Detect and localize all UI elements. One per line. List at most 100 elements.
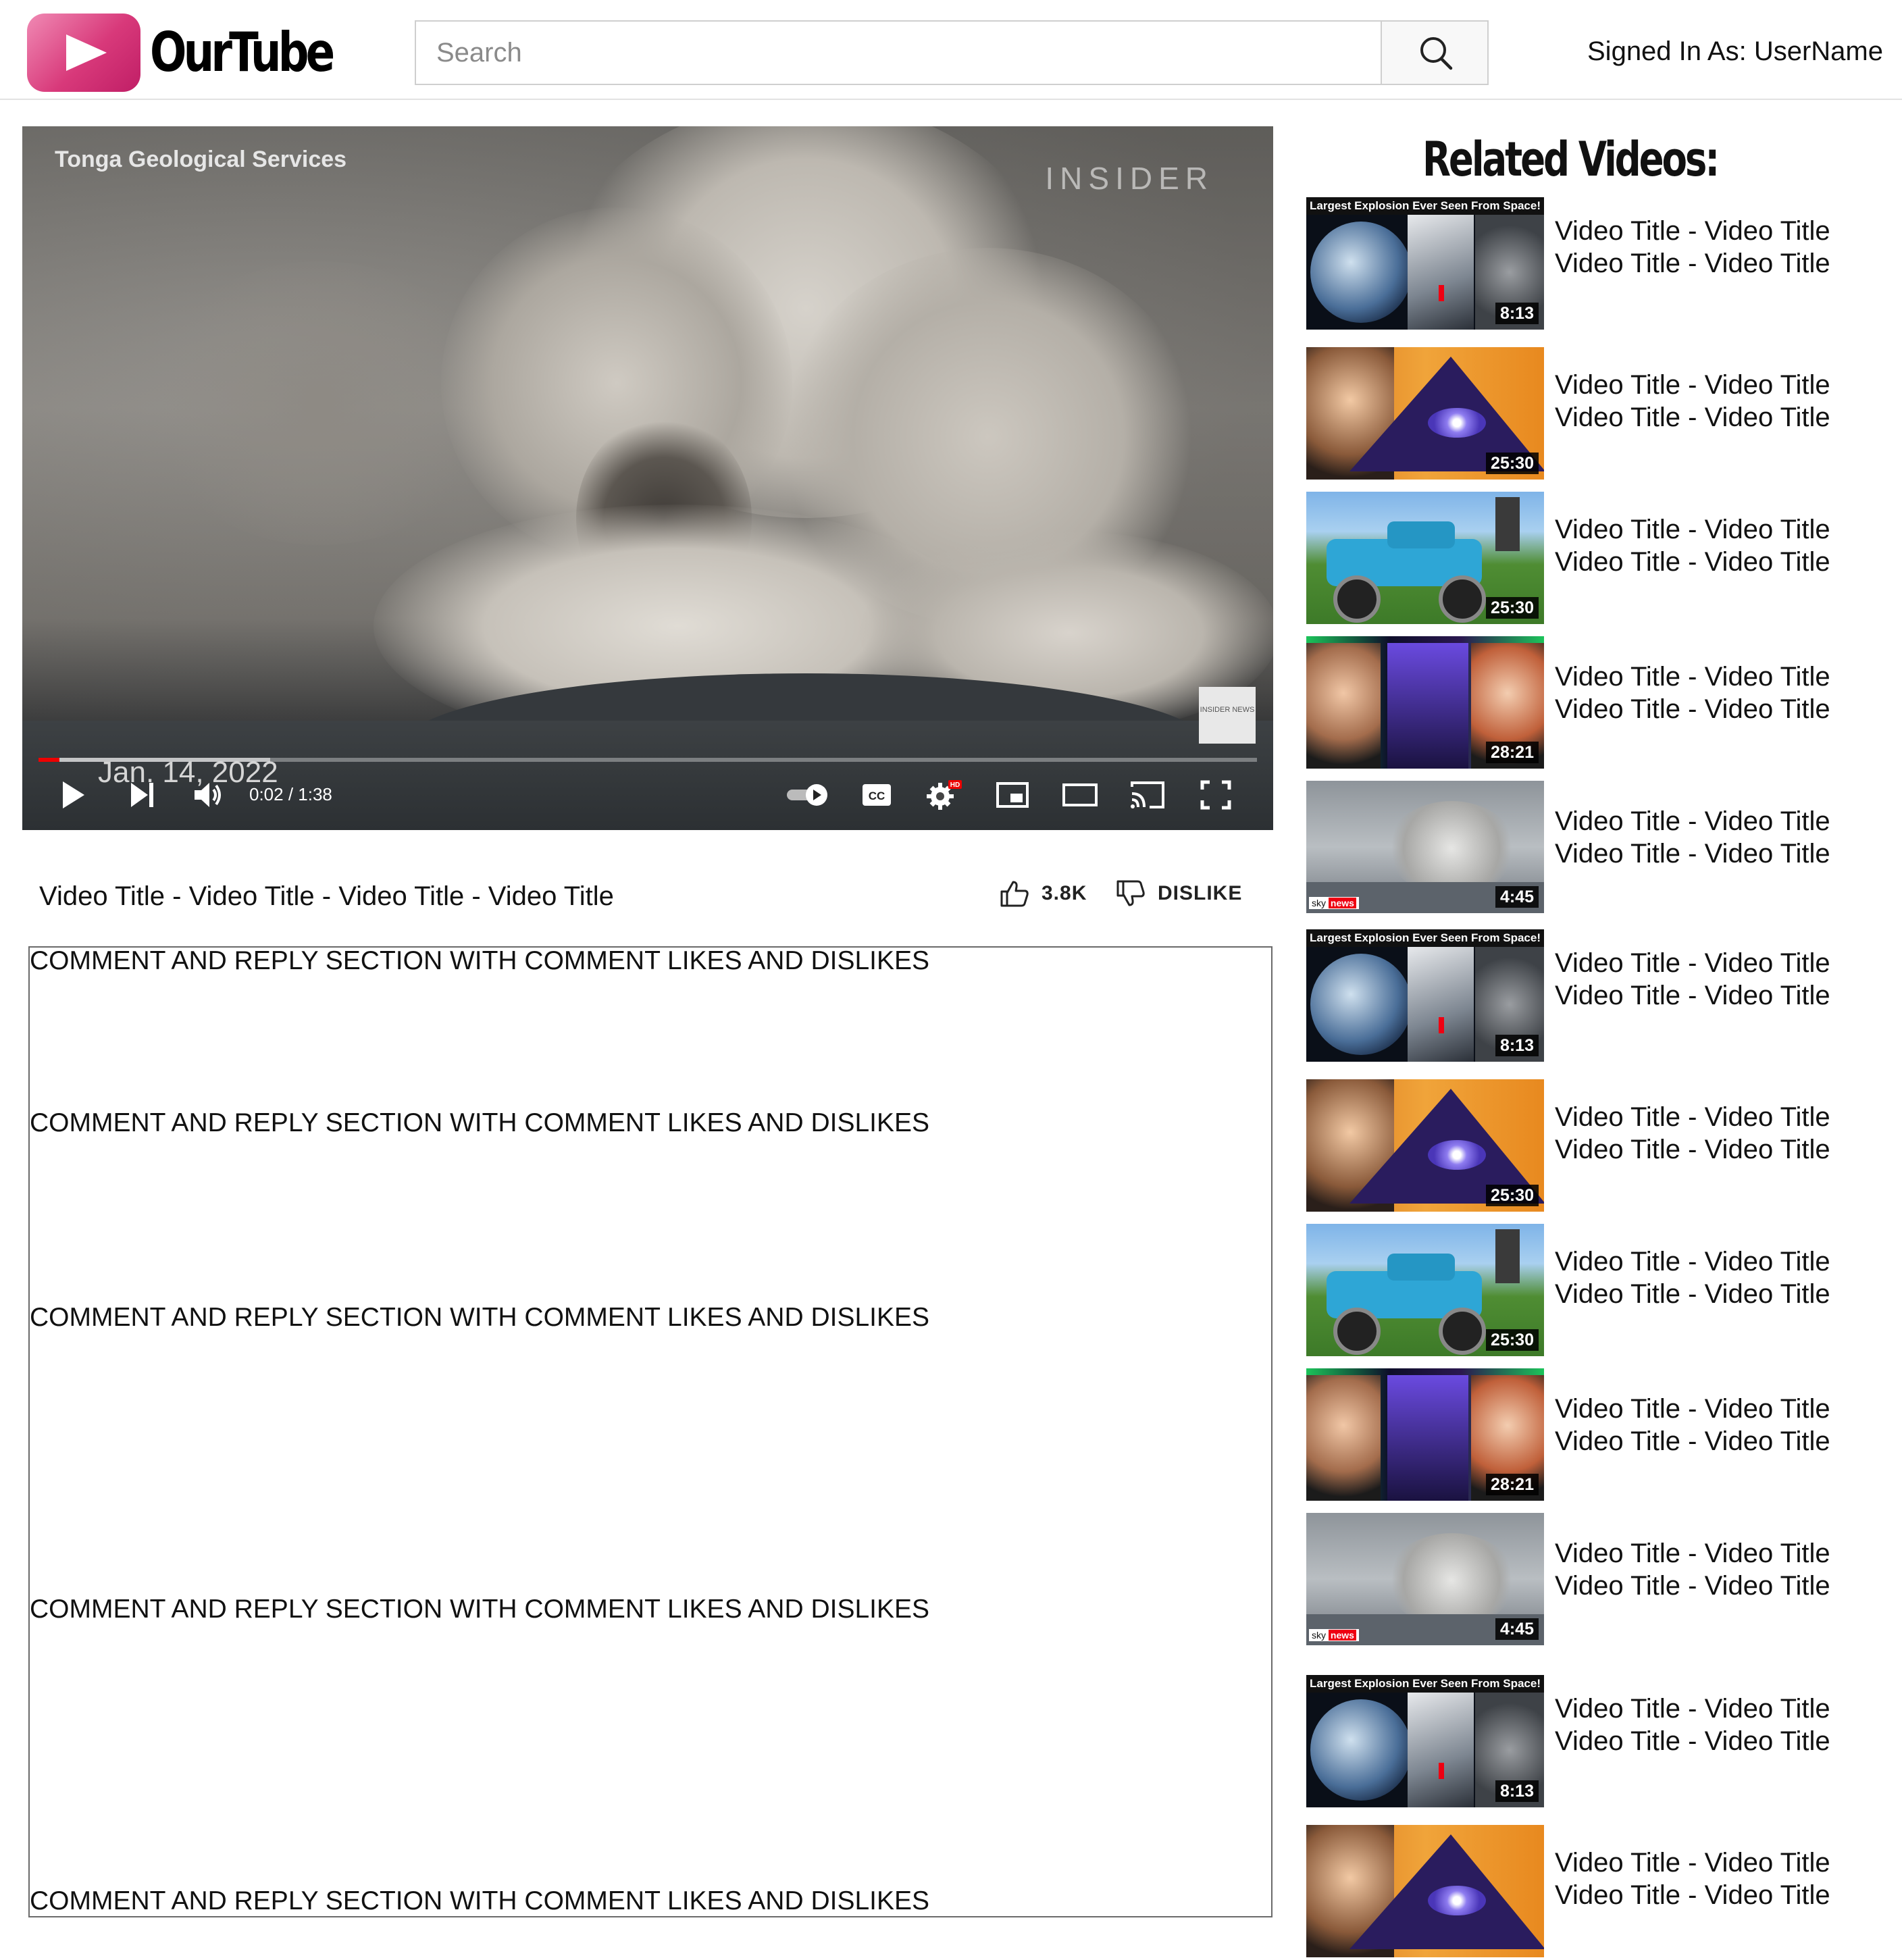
video-thumbnail[interactable]: 25:30 <box>1306 347 1544 480</box>
search-input[interactable] <box>415 20 1382 85</box>
miniplayer-icon <box>996 782 1029 808</box>
next-button[interactable] <box>122 771 163 819</box>
related-video-title[interactable]: Video Title - Video Title <box>1555 837 1830 870</box>
comment-item[interactable]: COMMENT AND REPLY SECTION WITH COMMENT L… <box>30 1108 929 1138</box>
comment-item[interactable]: COMMENT AND REPLY SECTION WITH COMMENT L… <box>30 1303 929 1333</box>
related-video-title[interactable]: Video Title - Video Title <box>1555 1537 1830 1570</box>
settings-button[interactable]: HD <box>924 771 965 819</box>
theater-mode-button[interactable] <box>1060 771 1100 819</box>
related-video-item[interactable]: sky news 4:45 Video Title - Video Title Vid… <box>1306 781 1879 916</box>
channel-tag-label: news <box>1328 898 1356 908</box>
fullscreen-button[interactable] <box>1196 771 1236 819</box>
thumbnail-art <box>1387 801 1516 896</box>
video-thumbnail[interactable]: sky news 4:45 <box>1306 781 1544 913</box>
thumbnail-art <box>1387 1375 1468 1501</box>
miniplayer-button[interactable] <box>992 771 1033 819</box>
related-video-item[interactable]: Largest Explosion Ever Seen From Space! 8… <box>1306 929 1879 1064</box>
video-thumbnail[interactable] <box>1306 1825 1544 1957</box>
channel-tag-label: news <box>1328 1630 1356 1641</box>
thumbnail-art <box>1408 947 1474 1062</box>
comment-item[interactable]: COMMENT AND REPLY SECTION WITH COMMENT L… <box>30 1886 929 1916</box>
related-video-title[interactable]: Video Title - Video Title <box>1555 546 1830 578</box>
video-thumbnail[interactable]: Largest Explosion Ever Seen From Space! 8… <box>1306 197 1544 330</box>
related-video-title[interactable]: Video Title - Video Title <box>1555 1278 1830 1310</box>
video-thumbnail[interactable]: 28:21 <box>1306 636 1544 769</box>
related-video-title[interactable]: Video Title - Video Title <box>1555 979 1830 1012</box>
duration-badge: 4:45 <box>1495 886 1539 908</box>
thumbnail-art <box>1387 643 1468 769</box>
play-icon <box>63 781 84 808</box>
video-thumbnail[interactable]: 28:21 <box>1306 1368 1544 1501</box>
related-video-title[interactable]: Video Title - Video Title <box>1555 513 1830 546</box>
thumbnail-caption: Largest Explosion Ever Seen From Space! <box>1306 197 1544 215</box>
related-video-title[interactable]: Video Title - Video Title <box>1555 1879 1830 1911</box>
captions-button[interactable]: CC <box>856 771 897 819</box>
related-video-title[interactable]: Video Title - Video Title <box>1555 693 1830 725</box>
like-button[interactable]: 3.8K <box>1000 877 1087 910</box>
channel-tag-prefix: sky <box>1312 898 1326 908</box>
video-thumbnail[interactable]: Largest Explosion Ever Seen From Space! 8… <box>1306 1675 1544 1807</box>
thumbnail-art <box>1306 643 1381 769</box>
signed-in-label[interactable]: Signed In As: UserName <box>1587 35 1883 68</box>
cast-icon <box>1131 781 1164 808</box>
related-video-title[interactable]: Video Title - Video Title <box>1555 369 1830 401</box>
svg-text:CC: CC <box>869 790 885 802</box>
volume-button[interactable] <box>188 771 229 819</box>
video-player[interactable]: Tonga Geological Services INSIDER Jan. 1… <box>22 126 1273 830</box>
related-video-item[interactable]: 25:30 Video Title - Video Title Video Titl… <box>1306 1224 1879 1359</box>
duration-badge: 4:45 <box>1495 1618 1539 1640</box>
search-icon <box>1420 37 1453 70</box>
comment-item[interactable]: COMMENT AND REPLY SECTION WITH COMMENT L… <box>30 1595 929 1624</box>
video-thumbnail[interactable]: Largest Explosion Ever Seen From Space! 8… <box>1306 929 1544 1062</box>
dislike-label: DISLIKE <box>1158 882 1243 904</box>
thumbnail-art <box>1387 521 1455 548</box>
video-thumbnail[interactable]: 25:30 <box>1306 1224 1544 1356</box>
top-header: OurTube Signed In As: UserName <box>0 0 1902 100</box>
logo-icon[interactable] <box>27 14 140 92</box>
related-video-item[interactable]: sky news 4:45 Video Title - Video Title Vid… <box>1306 1513 1879 1648</box>
video-thumbnail[interactable]: 25:30 <box>1306 492 1544 624</box>
related-video-title[interactable]: Video Title - Video Title <box>1555 1570 1830 1602</box>
thumbnail-caption: Largest Explosion Ever Seen From Space! <box>1306 1675 1544 1693</box>
related-video-title[interactable]: Video Title - Video Title <box>1555 1245 1830 1278</box>
related-video-item[interactable]: 25:30 Video Title - Video Title Video Titl… <box>1306 492 1879 627</box>
related-video-title[interactable]: Video Title - Video Title <box>1555 1393 1830 1425</box>
related-video-title[interactable]: Video Title - Video Title <box>1555 1847 1830 1879</box>
related-video-title[interactable]: Video Title - Video Title <box>1555 1101 1830 1133</box>
duration-badge: 8:13 <box>1495 1035 1539 1056</box>
captions-icon: CC <box>863 784 891 806</box>
search-button[interactable] <box>1381 20 1489 85</box>
dislike-button[interactable]: DISLIKE <box>1116 877 1242 910</box>
related-video-title[interactable]: Video Title - Video Title <box>1555 1425 1830 1458</box>
related-video-item[interactable]: 28:21 Video Title - Video Title Video Titl… <box>1306 636 1879 771</box>
related-video-item[interactable]: 25:30 Video Title - Video Title Video Titl… <box>1306 347 1879 482</box>
related-video-title[interactable]: Video Title - Video Title <box>1555 247 1830 280</box>
related-video-title[interactable]: Video Title - Video Title <box>1555 947 1830 979</box>
autoplay-toggle[interactable] <box>784 771 834 819</box>
related-video-title[interactable]: Video Title - Video Title <box>1555 805 1830 837</box>
related-video-item[interactable]: Largest Explosion Ever Seen From Space! 8… <box>1306 197 1879 332</box>
progress-bar[interactable] <box>38 758 1257 762</box>
cast-button[interactable] <box>1127 771 1168 819</box>
video-thumbnail[interactable]: 25:30 <box>1306 1079 1544 1212</box>
related-video-title[interactable]: Video Title - Video Title <box>1555 1725 1830 1757</box>
video-thumbnail[interactable]: sky news 4:45 <box>1306 1513 1544 1645</box>
like-count: 3.8K <box>1042 882 1087 904</box>
thumbnail-art <box>1333 575 1381 623</box>
related-video-item[interactable]: 25:30 Video Title - Video Title Video Titl… <box>1306 1079 1879 1214</box>
thumbnail-art <box>1439 575 1486 623</box>
player-controls: 0:02 / 1:38 CC HD <box>22 771 1273 825</box>
play-button[interactable] <box>53 771 94 819</box>
related-video-title[interactable]: Video Title - Video Title <box>1555 215 1830 247</box>
related-video-item[interactable]: 28:21 Video Title - Video Title Video Titl… <box>1306 1368 1879 1503</box>
thumbnail-art <box>1408 1693 1474 1807</box>
related-video-title[interactable]: Video Title - Video Title <box>1555 1693 1830 1725</box>
related-video-title[interactable]: Video Title - Video Title <box>1555 401 1830 434</box>
related-video-item[interactable]: Video Title - Video Title Video Title - V… <box>1306 1825 1879 1960</box>
related-video-title[interactable]: Video Title - Video Title <box>1555 1133 1830 1166</box>
related-video-item[interactable]: Largest Explosion Ever Seen From Space! 8… <box>1306 1675 1879 1810</box>
logo-text[interactable]: OurTube <box>150 20 335 85</box>
comment-item[interactable]: COMMENT AND REPLY SECTION WITH COMMENT L… <box>30 946 929 976</box>
related-video-title[interactable]: Video Title - Video Title <box>1555 661 1830 693</box>
video-credit-overlay: Tonga Geological Services <box>55 147 347 172</box>
